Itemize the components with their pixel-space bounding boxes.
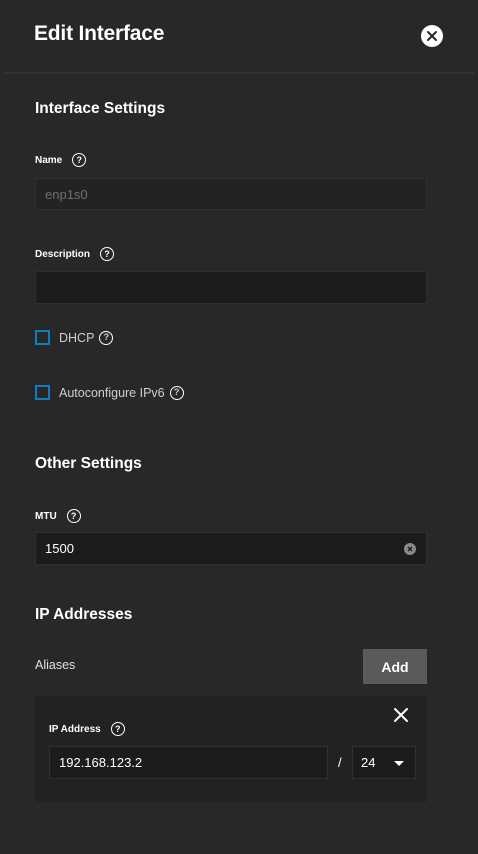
section-title-ip-addresses: IP Addresses [35,606,133,623]
remove-alias-button[interactable] [392,706,410,724]
description-label: Description ? [35,247,115,261]
mtu-help-icon[interactable]: ? [66,509,81,523]
dhcp-checkbox[interactable] [35,330,50,345]
name-field[interactable]: enp1s0 [35,178,427,210]
close-button[interactable] [421,25,443,47]
mtu-label-text: MTU [35,510,57,522]
section-title-interface-settings: Interface Settings [35,100,166,117]
dhcp-label: DHCP [59,330,95,345]
name-label-text: Name [35,154,63,166]
chevron-down-icon [394,761,404,766]
mtu-value: 1500 [45,541,74,556]
dialog-title: Edit Interface [34,22,165,45]
netmask-value: 24 [361,755,376,770]
section-title-other-settings: Other Settings [35,455,142,472]
description-field[interactable] [35,271,427,304]
ip-address-label-text: IP Address [49,723,101,735]
description-help-icon[interactable]: ? [100,247,115,261]
ip-address-label: IP Address ? [49,722,125,736]
ip-address-field[interactable]: 192.168.123.2 [49,746,328,779]
name-help-icon[interactable]: ? [72,153,87,167]
add-alias-button[interactable]: Add [363,649,427,684]
netmask-separator: / [338,755,342,770]
autoconfigure-ipv6-label: Autoconfigure IPv6 [59,385,165,400]
ip-address-help-icon[interactable]: ? [110,722,125,736]
netmask-select[interactable]: 24 [352,746,416,779]
mtu-label: MTU ? [35,509,81,523]
close-icon [394,708,408,722]
aliases-label: Aliases [35,658,76,672]
close-icon [427,31,437,41]
autoconfigure-ipv6-checkbox[interactable] [35,385,50,400]
dhcp-checkbox-row[interactable]: DHCP ? [35,330,114,345]
mtu-field[interactable]: 1500 [35,532,427,565]
dhcp-help-icon[interactable]: ? [99,330,114,345]
clear-icon[interactable] [404,542,416,555]
autoconfigure-ipv6-help-icon[interactable]: ? [169,385,184,400]
dialog-header: Edit Interface [0,0,478,73]
header-divider [4,72,474,74]
description-label-text: Description [35,248,91,260]
autoconfigure-ipv6-checkbox-row[interactable]: Autoconfigure IPv6 ? [35,385,184,400]
name-label: Name ? [35,153,87,167]
